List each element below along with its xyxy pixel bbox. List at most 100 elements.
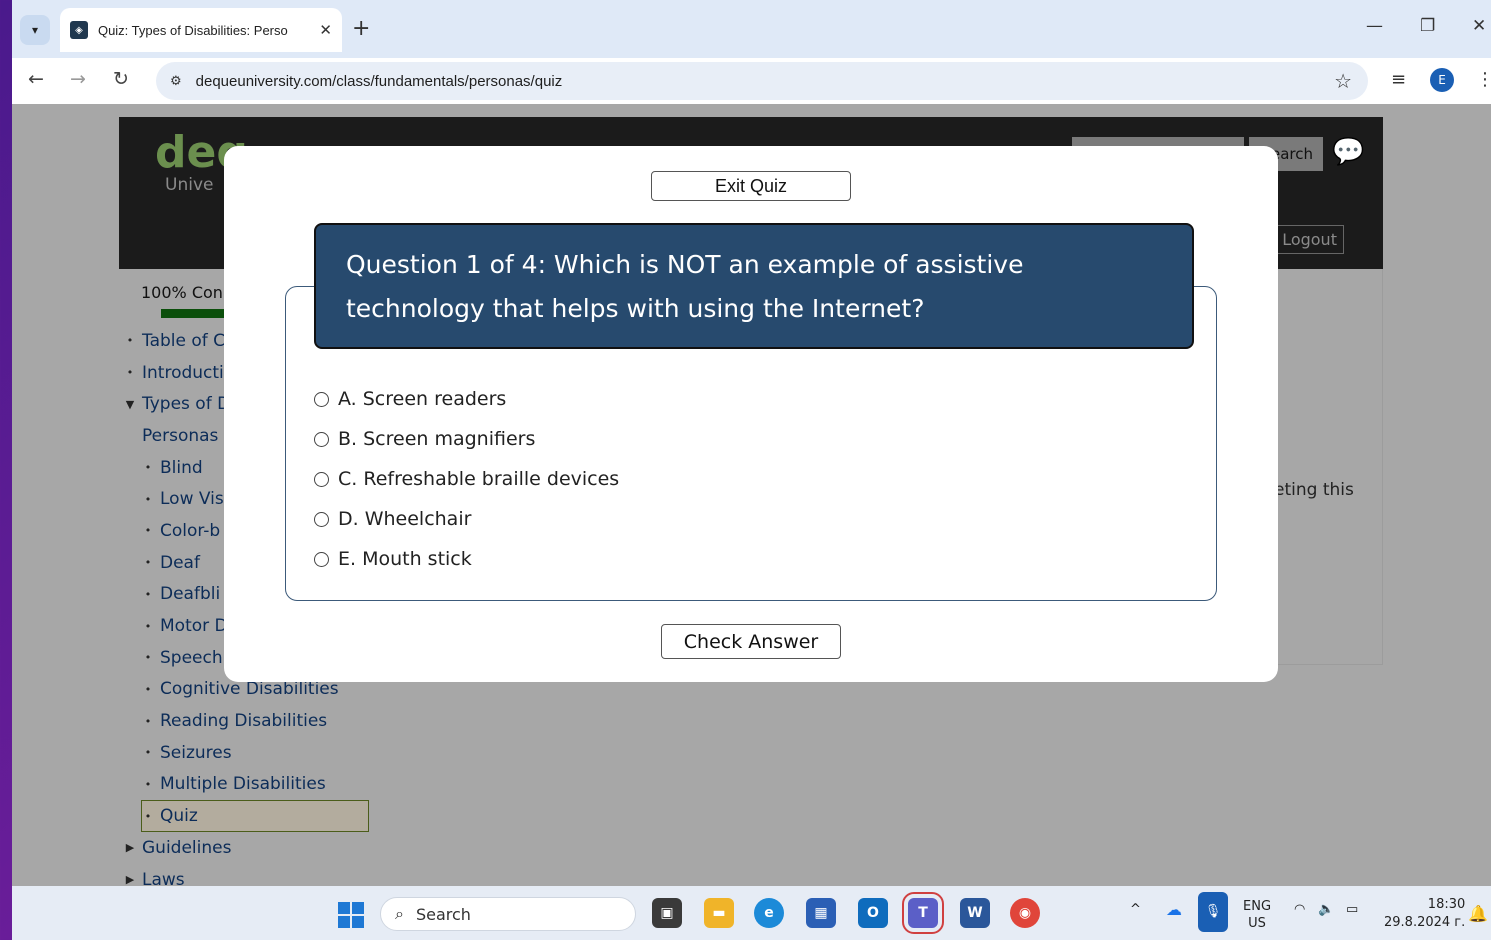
exit-quiz-button[interactable]: Exit Quiz [651, 171, 851, 201]
caret-right-icon: ▶ [125, 841, 135, 855]
plus-icon[interactable]: + [352, 16, 370, 41]
sidebar-item-label: Personas [142, 425, 219, 446]
sidebar-item[interactable]: ▶ Guidelines [119, 832, 375, 864]
taskbar-search[interactable]: ⌕ Search [380, 897, 636, 931]
deque-favicon-icon: ◈ [70, 21, 88, 39]
question-text: Question 1 of 4: Which is NOT an example… [314, 223, 1194, 349]
back-icon[interactable]: ← [28, 68, 44, 90]
reading-list-icon[interactable]: ≡ [1391, 69, 1406, 90]
task-view-icon[interactable]: ▣ [652, 898, 682, 928]
word-icon[interactable]: W [960, 898, 990, 928]
site-info-icon[interactable]: ⚙ [170, 74, 182, 89]
tab-title: Quiz: Types of Disabilities: Perso [97, 22, 288, 38]
bullet-icon: • [144, 651, 152, 665]
bullet-icon: • [144, 746, 152, 760]
bullet-icon: • [144, 556, 152, 570]
sidebar-item-label: Deafbli [160, 584, 221, 605]
sidebar-item-label: Seizures [160, 742, 232, 763]
sidebar-item-label: Types of D [142, 394, 231, 415]
sidebar-item-label: Table of C [142, 330, 226, 351]
option-label: B. Screen magnifiers [338, 428, 536, 450]
sidebar-item-label: Low Vis [160, 489, 224, 510]
bullet-icon: • [144, 461, 152, 475]
radio-icon[interactable] [314, 551, 329, 567]
address-bar[interactable]: ⚙ dequeuniversity.com/class/fundamentals… [156, 62, 1368, 100]
option-label: C. Refreshable braille devices [338, 468, 620, 490]
file-explorer-icon[interactable]: ▬ [704, 898, 734, 928]
search-icon: ⌕ [395, 904, 404, 923]
answer-options: A. Screen readers B. Screen magnifiers C… [314, 379, 619, 579]
radio-icon[interactable] [314, 511, 329, 527]
bell-icon[interactable]: 🔔 [1468, 904, 1488, 923]
sidebar-item-label: Cognitive Disabilities [160, 679, 339, 700]
sidebar-item[interactable]: • Reading Disabilities [119, 705, 375, 737]
menu-icon[interactable]: ⋮ [1476, 69, 1491, 90]
store-icon[interactable]: ▦ [806, 898, 836, 928]
reload-icon[interactable]: ↻ [113, 68, 129, 90]
sidebar-item[interactable]: • Quiz [141, 800, 369, 832]
chevron-up-icon[interactable]: ^ [1130, 902, 1141, 917]
bullet-icon: • [144, 524, 152, 538]
logout-button[interactable]: Logout [1275, 225, 1344, 254]
onedrive-icon[interactable]: ☁ [1166, 900, 1182, 919]
option-a[interactable]: A. Screen readers [314, 379, 619, 419]
bullet-icon: • [144, 492, 152, 506]
restore-icon[interactable]: ❐ [1420, 16, 1435, 36]
option-label: A. Screen readers [338, 388, 507, 410]
radio-icon[interactable] [314, 471, 329, 487]
bullet-icon: • [144, 714, 152, 728]
option-e[interactable]: E. Mouth stick [314, 539, 619, 579]
bullet-icon: • [144, 587, 152, 601]
radio-icon[interactable] [314, 391, 329, 407]
caret-right-icon: ▶ [125, 873, 135, 886]
forward-icon[interactable]: → [70, 68, 86, 90]
check-answer-button[interactable]: Check Answer [661, 624, 841, 659]
sidebar-item-label: Guidelines [142, 837, 232, 858]
edge-icon[interactable]: e [754, 898, 784, 928]
sidebar-item[interactable]: • Seizures [119, 737, 375, 769]
clock[interactable]: 18:30 29.8.2024 г. [1384, 896, 1465, 932]
minimize-icon[interactable]: — [1366, 16, 1383, 36]
option-label: D. Wheelchair [338, 508, 472, 530]
sidebar-item-label: Speech [160, 647, 223, 668]
browser-tab[interactable]: ◈ Quiz: Types of Disabilities: Perso ✕ [60, 8, 342, 52]
sidebar-item[interactable]: • Multiple Disabilities [119, 769, 375, 801]
sidebar-item-label: Deaf [160, 552, 200, 573]
bullet-icon: • [144, 777, 152, 791]
sidebar-item-label: Reading Disabilities [160, 711, 328, 732]
sidebar-item[interactable]: ▶ Laws [119, 864, 375, 886]
option-label: E. Mouth stick [338, 548, 472, 570]
url-text[interactable]: dequeuniversity.com/class/fundamentals/p… [196, 73, 563, 90]
avatar[interactable]: E [1430, 68, 1454, 92]
radio-icon[interactable] [314, 431, 329, 447]
bullet-icon: • [126, 366, 134, 380]
language-indicator[interactable]: ENG US [1243, 898, 1271, 932]
sidebar-item-label: Quiz [160, 806, 198, 827]
browser-toolbar: ← → ↻ ⚙ dequeuniversity.com/class/fundam… [12, 58, 1491, 104]
teams-icon[interactable]: T [902, 892, 944, 934]
outlook-icon[interactable]: O [858, 898, 888, 928]
content-text: eting this [1274, 480, 1354, 500]
option-b[interactable]: B. Screen magnifiers [314, 419, 619, 459]
progress-label: 100% Con [141, 283, 223, 302]
close-icon[interactable]: ✕ [319, 21, 332, 39]
battery-icon[interactable]: ▭ [1346, 902, 1358, 917]
tab-search-icon[interactable]: ▾ [20, 15, 50, 45]
option-c[interactable]: C. Refreshable braille devices [314, 459, 619, 499]
sidebar-item-label: Introducti [142, 362, 224, 383]
microphone-icon[interactable]: 🎙 [1198, 892, 1228, 932]
tab-strip: ▾ ◈ Quiz: Types of Disabilities: Perso ✕… [12, 0, 1491, 58]
option-d[interactable]: D. Wheelchair [314, 499, 619, 539]
taskbar: ⌕ Search ▣ ▬ e ▦ O T W ◉ ^ ☁ 🎙 ENG US ◠ … [12, 886, 1491, 940]
star-icon[interactable]: ☆ [1334, 69, 1352, 93]
windows-start-icon[interactable] [338, 902, 364, 928]
chrome-icon[interactable]: ◉ [1010, 898, 1040, 928]
sidebar-item-label: Multiple Disabilities [160, 774, 326, 795]
sidebar-item-label: Laws [142, 869, 185, 886]
taskbar-search-placeholder: Search [415, 904, 471, 924]
volume-icon[interactable]: 🔈 [1318, 902, 1334, 917]
close-window-icon[interactable]: ✕ [1472, 16, 1486, 36]
bullet-icon: • [144, 682, 152, 696]
wifi-icon[interactable]: ◠ [1294, 902, 1305, 917]
chat-icon[interactable]: 💬 [1332, 137, 1364, 167]
